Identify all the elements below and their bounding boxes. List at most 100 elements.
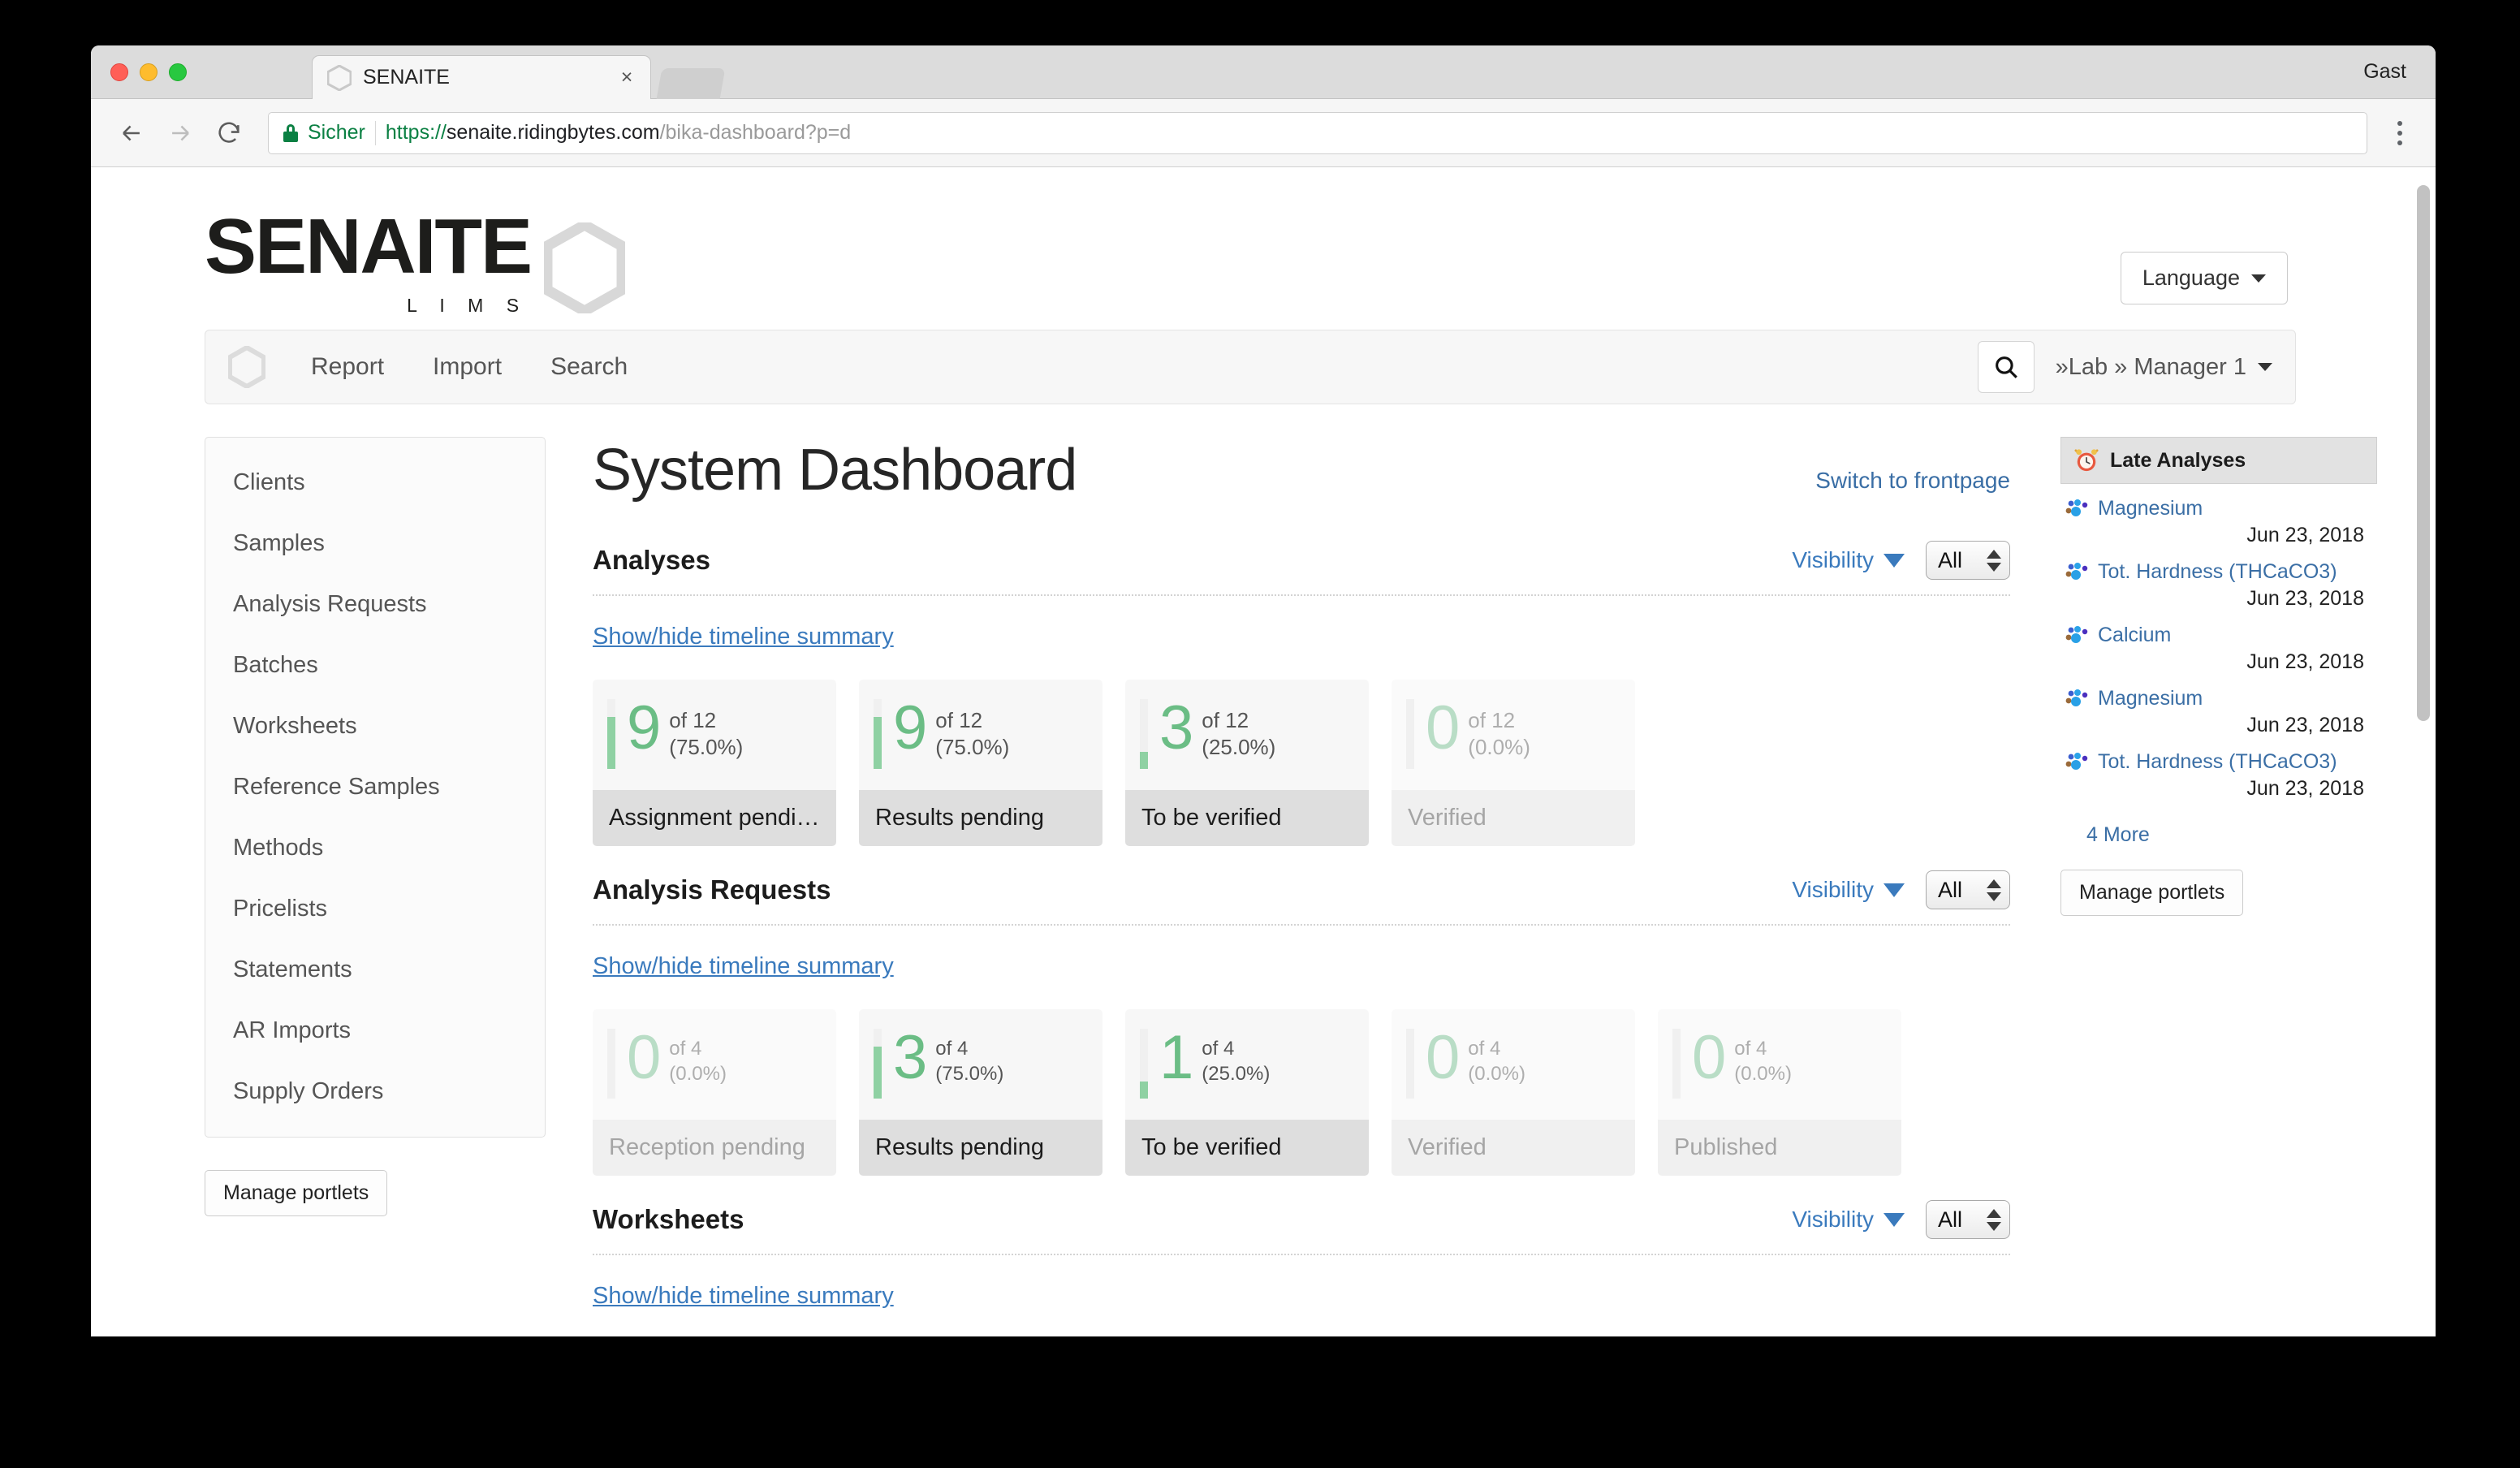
- molecule-icon: [2065, 499, 2090, 520]
- sidebar-item-label: Statements: [233, 956, 352, 982]
- search-icon[interactable]: [1977, 341, 2035, 393]
- back-arrow-icon[interactable]: [109, 110, 154, 156]
- logo-text: SENAITE: [205, 203, 533, 290]
- page-viewport: SENAITE L I M S Language Report Import S…: [91, 167, 2436, 1336]
- tile-total: of 4: [669, 1038, 702, 1060]
- stepper-arrows-icon[interactable]: [1987, 879, 2001, 901]
- address-bar[interactable]: Sicher https://senaite.ridingbytes.com/b…: [268, 111, 2367, 154]
- browser-tab[interactable]: SENAITE ×: [312, 55, 651, 99]
- sidebar-item-statements[interactable]: Statements: [205, 939, 545, 1000]
- section-controls: Visibility All: [1792, 870, 2010, 909]
- timeline-summary-link[interactable]: Show/hide timeline summary: [593, 953, 894, 980]
- reload-icon[interactable]: [206, 110, 252, 156]
- sidebar-item-clients[interactable]: Clients: [205, 452, 545, 513]
- tile-total: of 4: [1734, 1038, 1767, 1060]
- timeline-summary-link[interactable]: Show/hide timeline summary: [593, 624, 894, 650]
- status-tile[interactable]: 3 of 4 (75.0%) Results pending: [859, 1009, 1102, 1176]
- status-tile[interactable]: 9 of 12 (75.0%) Results pending: [859, 680, 1102, 846]
- visibility-select[interactable]: All: [1926, 870, 2010, 909]
- portlet-manage-portlets-button[interactable]: Manage portlets: [2060, 870, 2244, 916]
- visibility-select[interactable]: All: [1926, 541, 2010, 580]
- tile-percent: (0.0%): [1468, 735, 1530, 760]
- status-tile[interactable]: 0 of 4 (0.0%) Published: [1658, 1009, 1901, 1176]
- nav-item-report[interactable]: Report: [290, 345, 405, 389]
- portlet-entry: Magnesium Jun 23, 2018: [2065, 682, 2372, 745]
- nav-item-search[interactable]: Search: [529, 345, 649, 389]
- tile-label: Reception pending: [593, 1120, 836, 1176]
- visibility-toggle[interactable]: Visibility: [1792, 877, 1905, 903]
- portlet-entry-link[interactable]: Tot. Hardness (THCaCO3): [2065, 750, 2372, 774]
- tile-percent: (75.0%): [935, 735, 1010, 760]
- url-text: https://senaite.ridingbytes.com/bika-das…: [386, 121, 851, 145]
- url-scheme: https://: [385, 121, 447, 144]
- hexagon-icon: [326, 64, 353, 92]
- portlet-entries: Magnesium Jun 23, 2018 Tot. Hardness (THCa…: [2060, 484, 2377, 809]
- sidebar-item-label: Pricelists: [233, 896, 328, 922]
- minimize-window-button[interactable]: [140, 63, 158, 81]
- language-button-label: Language: [2142, 266, 2240, 290]
- status-tile[interactable]: 3 of 12 (25.0%) To be verified: [1125, 680, 1369, 846]
- portlet-entry-name: Magnesium: [2098, 687, 2203, 710]
- tile-body: 0 of 4 (0.0%): [593, 1009, 836, 1120]
- sidebar-item-analysis-requests[interactable]: Analysis Requests: [205, 574, 545, 635]
- nav-item-import[interactable]: Import: [412, 345, 523, 389]
- close-icon[interactable]: ×: [616, 66, 637, 89]
- sidebar-item-samples[interactable]: Samples: [205, 513, 545, 574]
- tile-body: 0 of 4 (0.0%): [1392, 1009, 1635, 1120]
- senaite-logo[interactable]: SENAITE L I M S: [205, 203, 628, 317]
- section-title: Worksheets: [593, 1204, 744, 1234]
- timeline-summary-link[interactable]: Show/hide timeline summary: [593, 1283, 894, 1310]
- visibility-select[interactable]: All: [1926, 1200, 2010, 1239]
- visibility-toggle[interactable]: Visibility: [1792, 547, 1905, 573]
- sidebar-item-supply-orders[interactable]: Supply Orders: [205, 1061, 545, 1122]
- portlet-entry-name: Magnesium: [2098, 497, 2203, 520]
- window-traffic-lights[interactable]: [110, 63, 187, 81]
- portlet-entry-link[interactable]: Magnesium: [2065, 497, 2372, 520]
- visibility-toggle[interactable]: Visibility: [1792, 1207, 1905, 1233]
- hexagon-icon[interactable]: [228, 346, 265, 388]
- section-title: Analysis Requests: [593, 874, 831, 905]
- visibility-select-value: All: [1938, 1207, 1963, 1232]
- sidebar-item-worksheets[interactable]: Worksheets: [205, 696, 545, 757]
- sidebar-item-pricelists[interactable]: Pricelists: [205, 879, 545, 939]
- scrollbar-thumb[interactable]: [2417, 185, 2430, 721]
- tile-meta: of 12 (75.0%): [935, 699, 1009, 762]
- tile-label: Verified: [1392, 790, 1635, 846]
- user-menu[interactable]: »Lab » Manager 1: [2056, 354, 2272, 381]
- status-tile[interactable]: 0 of 4 (0.0%) Verified: [1392, 1009, 1635, 1176]
- status-tile[interactable]: 9 of 12 (75.0%) Assignment pending: [593, 680, 836, 846]
- page-scrollbar[interactable]: [2411, 167, 2436, 1336]
- tile-label: Assignment pending: [593, 790, 836, 846]
- close-window-button[interactable]: [110, 63, 128, 81]
- stepper-arrows-icon[interactable]: [1987, 549, 2001, 572]
- portlet-entry-link[interactable]: Magnesium: [2065, 687, 2372, 710]
- progress-bar-icon: [1403, 1029, 1418, 1099]
- sidebar-item-ar-imports[interactable]: AR Imports: [205, 1000, 545, 1061]
- sidebar-item-methods[interactable]: Methods: [205, 818, 545, 879]
- stepper-arrows-icon[interactable]: [1987, 1208, 2001, 1231]
- portlet-entry-link[interactable]: Tot. Hardness (THCaCO3): [2065, 560, 2372, 584]
- switch-to-frontpage-link[interactable]: Switch to frontpage: [1815, 468, 2010, 503]
- sidebar-manage-portlets-button[interactable]: Manage portlets: [205, 1170, 388, 1216]
- kebab-menu-icon[interactable]: [2382, 120, 2418, 145]
- tile-label: Results pending: [859, 1120, 1102, 1176]
- portlet-column: Late Analyses Magnesium Jun 23, 2018 Tot. …: [2060, 437, 2410, 1336]
- sidebar-item-reference-samples[interactable]: Reference Samples: [205, 757, 545, 818]
- portlet-more-link[interactable]: 4 More: [2060, 809, 2150, 847]
- status-tile[interactable]: 0 of 12 (0.0%) Verified: [1392, 680, 1635, 846]
- new-tab-button[interactable]: [656, 68, 726, 99]
- url-path: /bika-dashboard?p=d: [659, 121, 852, 144]
- tile-percent: (0.0%): [669, 1062, 727, 1085]
- portlet-title: Late Analyses: [2110, 448, 2246, 472]
- sidebar-item-batches[interactable]: Batches: [205, 635, 545, 696]
- language-button[interactable]: Language: [2120, 252, 2288, 304]
- tile-total: of 12: [1468, 708, 1516, 732]
- status-tile[interactable]: 0 of 4 (0.0%) Reception pending: [593, 1009, 836, 1176]
- sidebar-item-label: Samples: [233, 530, 325, 556]
- lock-icon: [283, 123, 298, 142]
- status-tile[interactable]: 1 of 4 (25.0%) To be verified: [1125, 1009, 1369, 1176]
- tile-value: 0: [627, 1023, 662, 1092]
- maximize-window-button[interactable]: [169, 63, 187, 81]
- portlet-entry-link[interactable]: Calcium: [2065, 624, 2372, 647]
- profile-label[interactable]: Gast: [2363, 60, 2406, 84]
